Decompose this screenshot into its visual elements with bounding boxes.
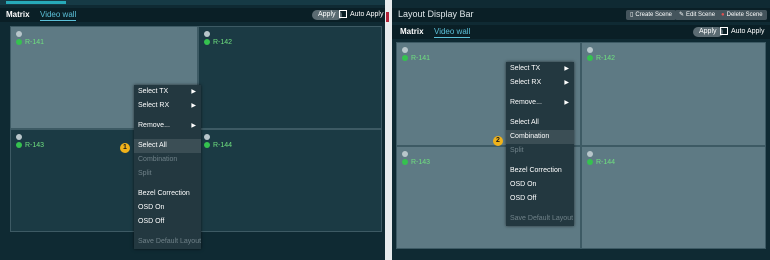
title-bar: Layout Display Bar ▯ Create Scene ✎ Edit S…: [392, 8, 770, 22]
auto-apply-label: Auto Apply: [350, 11, 384, 18]
menu-item-split[interactable]: Split: [506, 144, 574, 158]
top-strip-accent: [6, 1, 66, 4]
apply-button[interactable]: Apply: [312, 10, 342, 20]
scene-delete-icon: ●: [721, 12, 725, 18]
source-dot: [402, 47, 408, 53]
context-menu: Select TX ▶ Select RX ▶ Remove... ▶ Select …: [134, 85, 201, 249]
source-dot: [204, 134, 210, 140]
chevron-right-icon: ▶: [191, 89, 196, 95]
menu-item-select-tx[interactable]: Select TX ▶: [134, 85, 201, 99]
left-screenshot-panel: Matrix Video wall Apply Auto Apply R-141…: [0, 0, 385, 260]
source-dot: [402, 151, 408, 157]
create-scene-button[interactable]: ▯ Create Scene: [626, 10, 677, 20]
checkbox-box: [720, 27, 728, 35]
rx-label: R-142: [204, 39, 232, 46]
menu-item-combination[interactable]: Combination: [506, 130, 574, 144]
menu-item-bezel-correction[interactable]: Bezel Correction: [506, 164, 574, 178]
context-menu: Select TX ▶ Select RX ▶ Remove... ▶ Select …: [506, 62, 574, 226]
menu-item-osd-off[interactable]: OSD Off: [134, 215, 201, 229]
source-dot: [587, 47, 593, 53]
rx-status-icon: [16, 39, 22, 45]
menu-item-save-default-layout[interactable]: Save Default Layout: [134, 235, 201, 249]
chevron-right-icon: ▶: [191, 103, 196, 109]
scene-create-icon: ▯: [630, 12, 634, 18]
top-strip: [0, 0, 385, 5]
menu-item-select-tx[interactable]: Select TX ▶: [506, 62, 574, 76]
step-badge-1: 1: [120, 143, 130, 153]
delete-scene-button[interactable]: ● Delete Scene: [717, 10, 767, 20]
window-title: Layout Display Bar: [398, 9, 474, 19]
source-dot: [204, 31, 210, 37]
menu-item-select-all[interactable]: Select All: [134, 139, 201, 153]
rx-label: R-144: [204, 142, 232, 149]
rx-label: R-142: [587, 55, 615, 62]
auto-apply-checkbox[interactable]: Auto Apply: [720, 26, 764, 38]
tab-matrix[interactable]: Matrix: [6, 10, 30, 20]
apply-button[interactable]: Apply: [693, 27, 723, 37]
auto-apply-label: Auto Apply: [731, 28, 765, 35]
right-screenshot-panel: Layout Display Bar ▯ Create Scene ✎ Edit S…: [392, 0, 770, 260]
menu-item-split[interactable]: Split: [134, 167, 201, 181]
menu-item-select-rx[interactable]: Select RX ▶: [506, 76, 574, 90]
step-badge-2: 2: [493, 136, 503, 146]
menu-item-combination[interactable]: Combination: [134, 153, 201, 167]
rx-status-icon: [402, 55, 408, 61]
rx-label: R-143: [16, 142, 44, 149]
divider-marker: [386, 12, 389, 22]
edit-scene-button[interactable]: ✎ Edit Scene: [675, 10, 720, 20]
rx-label: R-143: [402, 159, 430, 166]
chevron-right-icon: ▶: [564, 66, 569, 72]
rx-label: R-144: [587, 159, 615, 166]
rx-label: R-141: [402, 55, 430, 62]
chevron-right-icon: ▶: [564, 80, 569, 86]
video-wall-cell-r144[interactable]: R-144: [581, 146, 766, 249]
tab-video-wall[interactable]: Video wall: [434, 27, 471, 38]
source-dot: [587, 151, 593, 157]
menu-item-select-rx[interactable]: Select RX ▶: [134, 99, 201, 113]
tab-matrix[interactable]: Matrix: [400, 27, 424, 37]
tab-bar: Matrix Video wall Apply Auto Apply: [392, 25, 770, 39]
menu-item-save-default-layout[interactable]: Save Default Layout: [506, 212, 574, 226]
rx-status-icon: [587, 55, 593, 61]
source-dot: [16, 134, 22, 140]
rx-status-icon: [402, 159, 408, 165]
source-dot: [16, 31, 22, 37]
menu-item-remove[interactable]: Remove... ▶: [506, 96, 574, 110]
video-wall-cell-r142[interactable]: R-142: [581, 42, 766, 146]
video-wall-cell-r144[interactable]: R-144: [198, 129, 382, 232]
chevron-right-icon: ▶: [564, 100, 569, 106]
scene-edit-icon: ✎: [679, 12, 685, 18]
rx-status-icon: [587, 159, 593, 165]
checkbox-box: [339, 10, 347, 18]
menu-item-osd-on[interactable]: OSD On: [506, 178, 574, 192]
tab-bar: Matrix Video wall Apply Auto Apply: [0, 8, 385, 22]
menu-item-bezel-correction[interactable]: Bezel Correction: [134, 187, 201, 201]
tab-video-wall[interactable]: Video wall: [40, 10, 77, 21]
auto-apply-checkbox[interactable]: Auto Apply: [339, 9, 383, 21]
menu-item-osd-on[interactable]: OSD On: [134, 201, 201, 215]
menu-item-osd-off[interactable]: OSD Off: [506, 192, 574, 206]
panel-divider: [385, 0, 392, 260]
rx-status-icon: [204, 39, 210, 45]
chevron-right-icon: ▶: [191, 123, 196, 129]
rx-label: R-141: [16, 39, 44, 46]
menu-item-remove[interactable]: Remove... ▶: [134, 119, 201, 133]
video-wall-cell-r142[interactable]: R-142: [198, 26, 382, 129]
menu-item-select-all[interactable]: Select All: [506, 116, 574, 130]
rx-status-icon: [204, 142, 210, 148]
rx-status-icon: [16, 142, 22, 148]
